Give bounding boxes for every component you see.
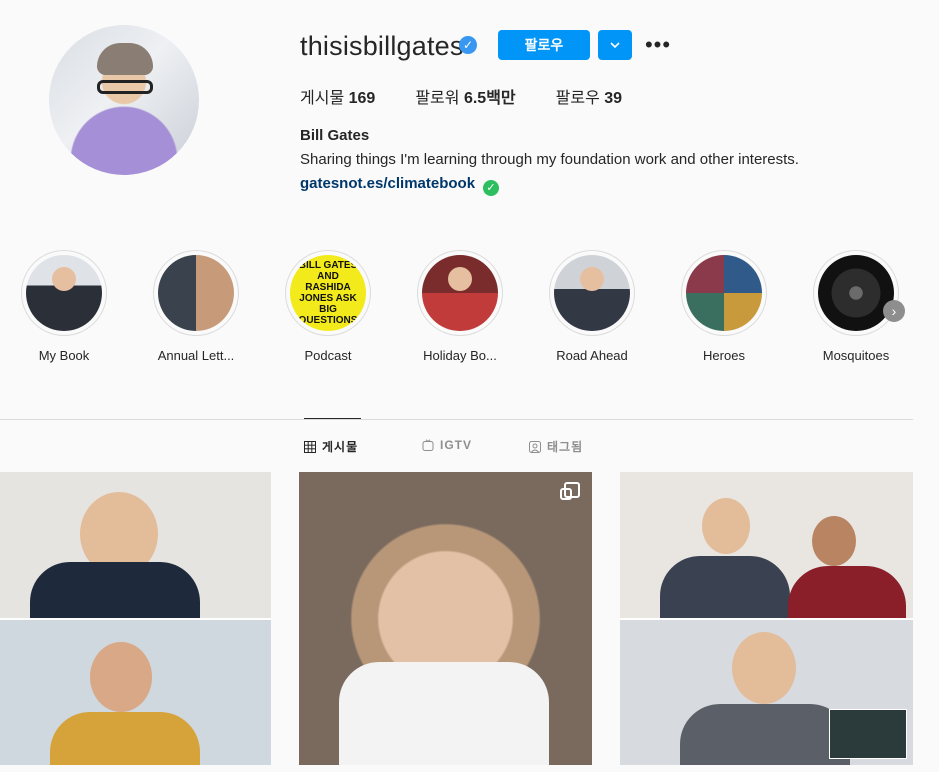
highlight-podcast[interactable]: BILL GATES AND RASHIDA JONES ASK BIG QUE… xyxy=(273,250,383,363)
profile-avatar[interactable] xyxy=(49,25,199,175)
tab-igtv-label: IGTV xyxy=(440,438,473,452)
tab-posts[interactable]: 게시물 xyxy=(304,438,358,455)
highlight-my-book[interactable]: My Book xyxy=(9,250,119,363)
highlight-road-ahead[interactable]: Road Ahead xyxy=(537,250,647,363)
grid-icon xyxy=(304,440,316,453)
post-person xyxy=(812,516,856,566)
highlight-label: Annual Lett... xyxy=(157,348,235,363)
active-tab-indicator xyxy=(304,418,361,419)
tab-tagged[interactable]: 태그됨 xyxy=(529,438,583,455)
stat-posts-value: 169 xyxy=(348,90,376,107)
profile-stats: 게시물 169 팔로워 6.5백만 팔로우 39 xyxy=(300,84,622,108)
highlight-face xyxy=(52,267,76,291)
highlight-cover xyxy=(158,255,234,331)
stat-posts[interactable]: 게시물 169 xyxy=(300,84,375,108)
post-tile[interactable] xyxy=(299,472,592,765)
highlight-cover xyxy=(818,255,894,331)
igtv-icon xyxy=(422,439,434,451)
post-shirt xyxy=(788,566,906,618)
sign-language-inset xyxy=(829,709,907,759)
highlight-ring xyxy=(813,250,899,336)
suggested-dropdown-button[interactable] xyxy=(598,30,632,60)
post-person xyxy=(702,498,750,554)
highlight-ring xyxy=(681,250,767,336)
profile-username: thisisbillgates xyxy=(300,31,464,61)
highlight-ring xyxy=(417,250,503,336)
highlight-ring xyxy=(21,250,107,336)
post-tile[interactable] xyxy=(620,472,913,765)
stat-followers-label: 팔로워 xyxy=(415,90,460,107)
highlight-label: My Book xyxy=(38,348,90,363)
stat-followers[interactable]: 팔로워 6.5백만 xyxy=(415,84,515,108)
highlight-ring xyxy=(549,250,635,336)
tab-igtv[interactable]: IGTV xyxy=(422,438,472,452)
highlight-face xyxy=(580,267,604,291)
multiple-media-icon xyxy=(560,482,580,500)
stat-followers-value: 6.5백만 xyxy=(463,90,516,107)
stat-posts-label: 게시물 xyxy=(300,90,345,107)
tab-posts-label: 게시물 xyxy=(322,440,359,454)
highlight-holiday-books[interactable]: Holiday Bo... xyxy=(405,250,515,363)
post-shirt xyxy=(660,556,790,618)
follow-button[interactable]: 팔로우 xyxy=(498,30,590,60)
chevron-right-icon: › xyxy=(891,303,897,319)
avatar-hair xyxy=(97,43,153,75)
profile-link[interactable]: gatesnot.es/climatebook xyxy=(300,175,475,192)
chevron-down-icon xyxy=(610,42,620,49)
highlight-label: Podcast xyxy=(304,348,352,363)
post-tile[interactable] xyxy=(0,472,271,765)
post-person xyxy=(732,632,796,704)
stat-following-label: 팔로우 xyxy=(555,90,600,107)
highlight-face xyxy=(448,267,472,291)
stat-following[interactable]: 팔로우 39 xyxy=(556,84,622,108)
stat-following-value: 39 xyxy=(604,90,623,107)
video-split xyxy=(0,618,271,620)
verified-badge-icon: ✓ xyxy=(459,36,477,54)
profile-bio: Sharing things I'm learning through my f… xyxy=(300,151,799,168)
highlight-cover: BILL GATES AND RASHIDA JONES ASK BIG QUE… xyxy=(290,255,366,331)
more-horizontal-icon: ••• xyxy=(644,32,672,57)
highlight-ring xyxy=(153,250,239,336)
more-options-button[interactable]: ••• xyxy=(645,30,671,60)
tagged-icon xyxy=(529,440,541,453)
highlight-cover xyxy=(686,255,762,331)
video-split xyxy=(620,618,913,620)
highlight-label: Road Ahead xyxy=(556,348,628,363)
highlight-annual-letter[interactable]: Annual Lett... xyxy=(141,250,251,363)
podcast-cover-text: BILL GATES AND RASHIDA JONES ASK BIG QUE… xyxy=(298,260,358,326)
highlight-heroes[interactable]: Heroes xyxy=(669,250,779,363)
link-verified-icon: ✓ xyxy=(483,180,499,196)
post-shirt xyxy=(30,562,200,618)
highlight-label: Holiday Bo... xyxy=(423,348,497,363)
highlight-label: Heroes xyxy=(703,348,745,363)
highlights-next-button[interactable]: › xyxy=(883,300,905,322)
highlight-label: Mosquitoes xyxy=(822,348,890,363)
post-shirt xyxy=(50,712,200,765)
post-shirt xyxy=(680,704,850,765)
post-person xyxy=(90,642,152,712)
highlight-cover xyxy=(554,255,630,331)
avatar-glasses xyxy=(97,80,153,94)
highlight-ring: BILL GATES AND RASHIDA JONES ASK BIG QUE… xyxy=(285,250,371,336)
tab-tagged-label: 태그됨 xyxy=(547,440,584,454)
profile-name: Bill Gates xyxy=(300,127,370,144)
tabs-divider xyxy=(0,419,913,420)
highlight-cover xyxy=(422,255,498,331)
highlight-cover xyxy=(26,255,102,331)
post-shirt xyxy=(339,662,549,765)
